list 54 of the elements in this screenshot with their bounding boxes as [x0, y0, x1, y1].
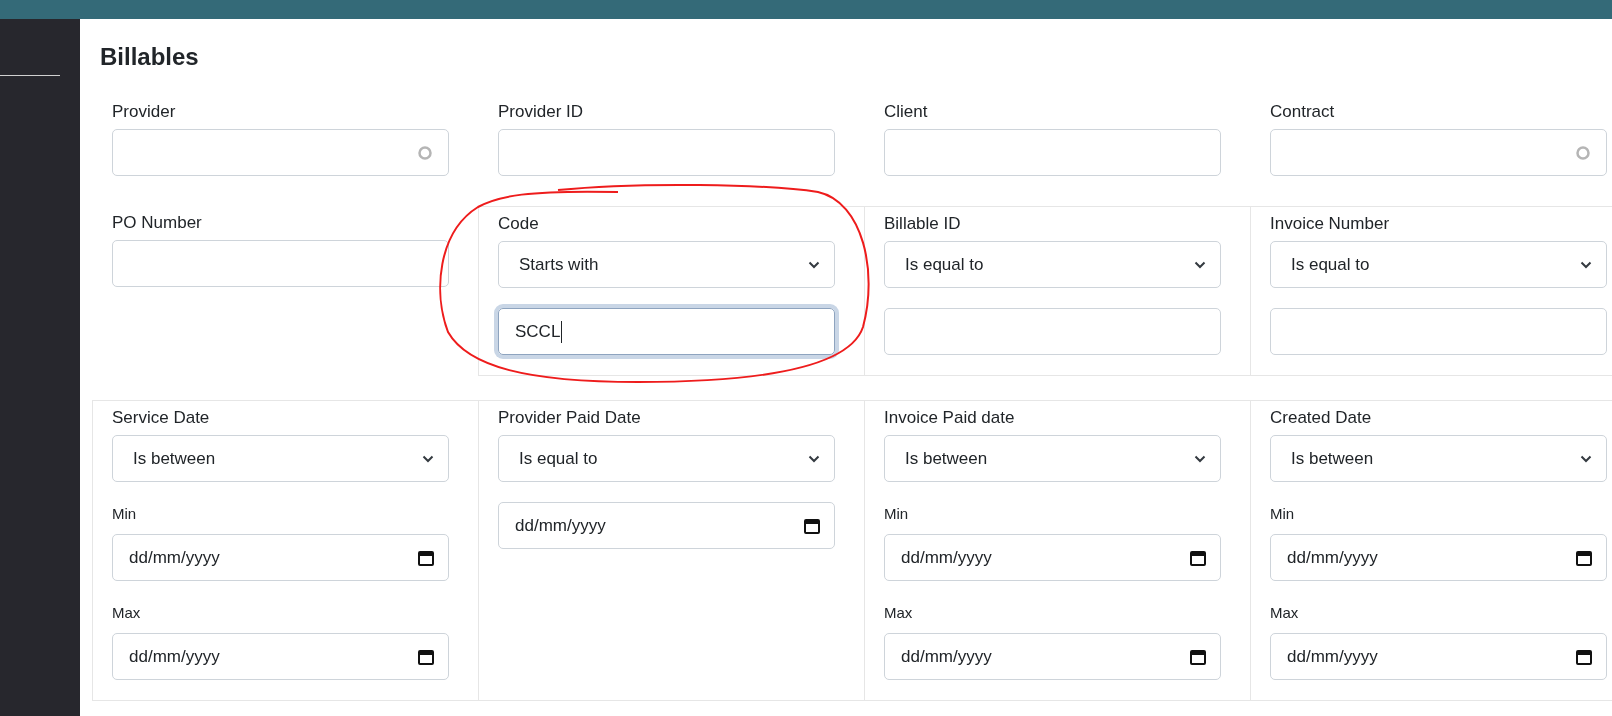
- calendar-icon: [804, 517, 820, 534]
- date-field[interactable]: dd/mm/yyyy: [884, 534, 1221, 581]
- chevron-down-icon: [1580, 454, 1592, 463]
- chevron-down-icon: [422, 454, 434, 463]
- text-field[interactable]: [112, 240, 449, 287]
- field-label: Client: [884, 101, 928, 123]
- operator-select[interactable]: Starts with: [498, 241, 835, 288]
- calendar-icon: [1576, 549, 1592, 566]
- field-label: Min: [112, 504, 137, 524]
- chevron-down-icon: [1194, 454, 1206, 463]
- field-label: Invoice Paid date: [884, 407, 1015, 429]
- calendar-icon: [1190, 648, 1206, 665]
- date-field[interactable]: dd/mm/yyyy: [112, 633, 449, 680]
- text-field[interactable]: [1270, 308, 1607, 355]
- operator-select[interactable]: Is between: [884, 435, 1221, 482]
- text-field[interactable]: [498, 129, 835, 176]
- field-label: Billable ID: [884, 213, 961, 235]
- text-field[interactable]: [112, 129, 449, 176]
- operator-select[interactable]: Is equal to: [884, 241, 1221, 288]
- calendar-icon: [418, 549, 434, 566]
- text-field[interactable]: [884, 308, 1221, 355]
- operator-select[interactable]: Is equal to: [1270, 241, 1607, 288]
- calendar-icon: [1190, 549, 1206, 566]
- date-field[interactable]: dd/mm/yyyy: [1270, 534, 1607, 581]
- calendar-icon: [418, 648, 434, 665]
- field-label: Invoice Number: [1270, 213, 1390, 235]
- text-field[interactable]: [884, 129, 1221, 176]
- field-label: Min: [1270, 504, 1295, 524]
- date-field[interactable]: dd/mm/yyyy: [884, 633, 1221, 680]
- field-label: Service Date: [112, 407, 210, 429]
- date-field[interactable]: dd/mm/yyyy: [112, 534, 449, 581]
- chevron-down-icon: [808, 260, 820, 269]
- field-label: Min: [884, 504, 909, 524]
- field-label: Provider ID: [498, 101, 584, 123]
- date-field[interactable]: dd/mm/yyyy: [498, 502, 835, 549]
- operator-select[interactable]: Is between: [112, 435, 449, 482]
- date-field[interactable]: dd/mm/yyyy: [1270, 633, 1607, 680]
- field-label: Provider: [112, 101, 176, 123]
- field-label: Max: [1270, 603, 1299, 623]
- operator-select[interactable]: Is equal to: [498, 435, 835, 482]
- chevron-down-icon: [1580, 260, 1592, 269]
- operator-select[interactable]: Is between: [1270, 435, 1607, 482]
- field-label: Max: [884, 603, 913, 623]
- page-title: Billables: [100, 42, 199, 72]
- field-label: PO Number: [112, 212, 202, 234]
- text-field[interactable]: [1270, 129, 1607, 176]
- field-label: Created Date: [1270, 407, 1372, 429]
- field-label: Contract: [1270, 101, 1335, 123]
- calendar-icon: [1576, 648, 1592, 665]
- field-label: Code: [498, 213, 539, 235]
- field-label: Max: [112, 603, 141, 623]
- chevron-down-icon: [808, 454, 820, 463]
- chevron-down-icon: [1194, 260, 1206, 269]
- field-label: Provider Paid Date: [498, 407, 641, 429]
